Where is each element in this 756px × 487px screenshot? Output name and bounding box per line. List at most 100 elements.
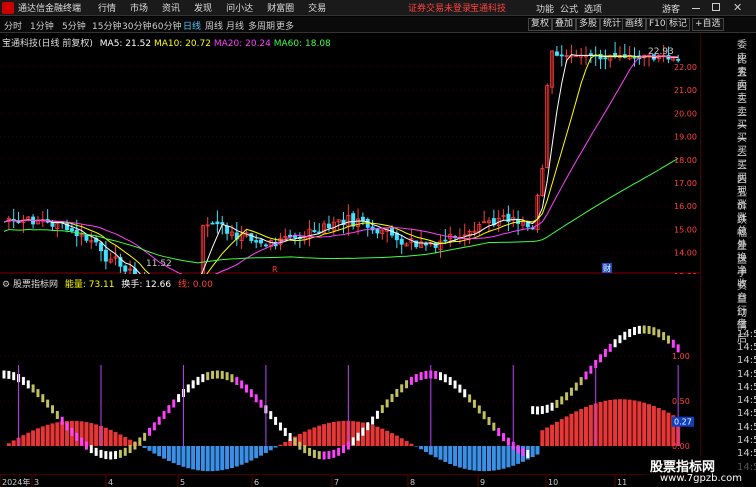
menu-options[interactable]: 选项 xyxy=(584,2,602,15)
menu-formula[interactable]: 公式 xyxy=(560,2,578,15)
period-daily[interactable]: 日线 xyxy=(183,19,201,32)
period-monthly[interactable]: 月线 xyxy=(226,19,244,32)
period-multi[interactable]: 多周期 xyxy=(248,19,275,32)
wave-bar xyxy=(2,370,6,379)
histogram-bar xyxy=(162,446,167,459)
menu-market[interactable]: 市场 xyxy=(130,1,148,14)
wave-bar xyxy=(51,405,54,414)
wave-bar xyxy=(109,451,113,460)
histogram-bar xyxy=(438,446,443,460)
stock-name: 宝通科技(日线 前复权) xyxy=(2,39,93,49)
wave-bar xyxy=(434,370,438,379)
menu-function[interactable]: 功能 xyxy=(536,2,554,15)
indicator-gear-icon[interactable]: ⚙ xyxy=(2,280,10,290)
mark-button[interactable]: 标记 xyxy=(666,18,691,31)
wave-bar xyxy=(99,449,103,458)
menu-quotes[interactable]: 行情 xyxy=(98,1,116,14)
histogram-bar xyxy=(40,426,45,446)
candle-body xyxy=(525,222,530,228)
wave-bar xyxy=(371,416,375,425)
histogram-bar xyxy=(487,446,491,472)
ma-legend-item: MA10: 20.72 xyxy=(153,39,214,49)
ma10-line xyxy=(3,54,679,274)
wave-bar xyxy=(206,372,210,381)
wave-bar xyxy=(308,447,312,456)
candle-body xyxy=(676,58,681,61)
candle-body xyxy=(365,218,370,228)
maximize-icon[interactable] xyxy=(712,3,720,11)
period-30min[interactable]: 30分钟 xyxy=(122,19,151,32)
multi-stock-button[interactable]: 多股 xyxy=(576,18,601,31)
candle-body xyxy=(99,242,104,252)
quote-panel-label[interactable]: 14:5 xyxy=(737,395,756,406)
period-intraday[interactable]: 分时 xyxy=(4,19,22,32)
wave-bar xyxy=(186,384,190,393)
histogram-bar xyxy=(554,421,559,446)
period-15min[interactable]: 15分钟 xyxy=(92,19,121,32)
wave-bar xyxy=(249,389,253,398)
quote-panel-label[interactable]: 14:5 xyxy=(737,329,756,340)
value-badge: 0.27 xyxy=(674,418,692,427)
histogram-bar xyxy=(419,446,424,450)
wave-bar xyxy=(526,449,530,458)
period-60min[interactable]: 60分钟 xyxy=(152,19,181,32)
menu-trade[interactable]: 交易 xyxy=(308,1,326,14)
menu-ask[interactable]: 问小达 xyxy=(226,1,253,14)
indicator-chart[interactable]: 1.00 0.50 0.00 0.27 xyxy=(0,274,700,474)
adjust-button[interactable]: 复权 xyxy=(528,18,553,31)
histogram-bar xyxy=(559,419,564,446)
close-icon[interactable]: ✕ xyxy=(733,1,742,14)
candle-body xyxy=(263,244,268,247)
quote-panel-label[interactable]: 14:5 xyxy=(737,382,756,393)
login-status[interactable]: 证券交易未登录 xyxy=(408,1,471,14)
quote-panel-label[interactable]: 14:5 xyxy=(737,408,756,419)
wave-bar xyxy=(657,329,661,338)
wave-bar xyxy=(196,376,200,385)
histogram-bar xyxy=(283,441,288,446)
wave-bar xyxy=(414,374,418,383)
candlestick-chart[interactable]: 22.93 11.52 R 财 22.00 21.00 20.00 19.00 18.00 17.… xyxy=(0,34,700,274)
overlay-button[interactable]: 叠加 xyxy=(552,18,577,31)
wave-bar xyxy=(439,372,442,381)
wave-bar xyxy=(565,392,569,401)
quote-panel-label[interactable]: 14:5 xyxy=(737,422,756,433)
histogram-bar xyxy=(108,429,113,446)
histogram-bar xyxy=(336,421,341,446)
histogram-bar xyxy=(477,446,482,472)
period-5min[interactable]: 5分钟 xyxy=(62,19,86,32)
menu-discover[interactable]: 发现 xyxy=(194,1,212,14)
quote-panel: 委比 卖五 卖四 卖三 卖二 卖一 买一 买二 买三 买四 买五 现价 涨跌 涨幅 总量 外盘 换手 净资 收益 自动… xyxy=(700,34,756,487)
wave-bar xyxy=(274,416,278,425)
wave-bar xyxy=(12,372,16,381)
quote-panel-label[interactable]: 14:5 xyxy=(737,342,756,353)
candle-body xyxy=(50,222,55,227)
wave-bar xyxy=(584,371,588,380)
quote-panel-label[interactable]: 14:5 xyxy=(737,369,756,380)
candle-body xyxy=(326,223,331,229)
wave-bar xyxy=(269,411,273,420)
quote-panel-label[interactable]: 14:5 xyxy=(737,435,756,446)
wave-bar xyxy=(574,382,578,391)
add-watchlist-button[interactable]: +自选 xyxy=(692,18,724,31)
quote-panel-label[interactable]: 14:5 xyxy=(737,355,756,366)
menu-news[interactable]: 资讯 xyxy=(162,1,180,14)
minimize-icon[interactable] xyxy=(692,8,700,9)
histogram-bar xyxy=(550,424,555,446)
menu-wealth[interactable]: 财富圈 xyxy=(267,1,294,14)
guest-label[interactable]: 游客 xyxy=(662,2,680,15)
histogram-bar xyxy=(103,427,108,446)
histogram-bar xyxy=(617,399,622,446)
histogram-bar xyxy=(380,428,385,446)
period-1min[interactable]: 1分钟 xyxy=(30,19,54,32)
period-weekly[interactable]: 周线 xyxy=(205,19,223,32)
period-more[interactable]: 更多 xyxy=(276,19,294,32)
draw-button[interactable]: 画线 xyxy=(622,18,647,31)
stats-button[interactable]: 统计 xyxy=(600,18,625,31)
price-y-label: 20.00 xyxy=(674,109,697,118)
candle-body xyxy=(603,57,608,60)
histogram-bar xyxy=(569,413,574,446)
wave-bar xyxy=(89,445,93,454)
wave-bar xyxy=(21,376,25,385)
wave-bar xyxy=(409,376,413,385)
price-y-label: 16.00 xyxy=(674,202,697,211)
